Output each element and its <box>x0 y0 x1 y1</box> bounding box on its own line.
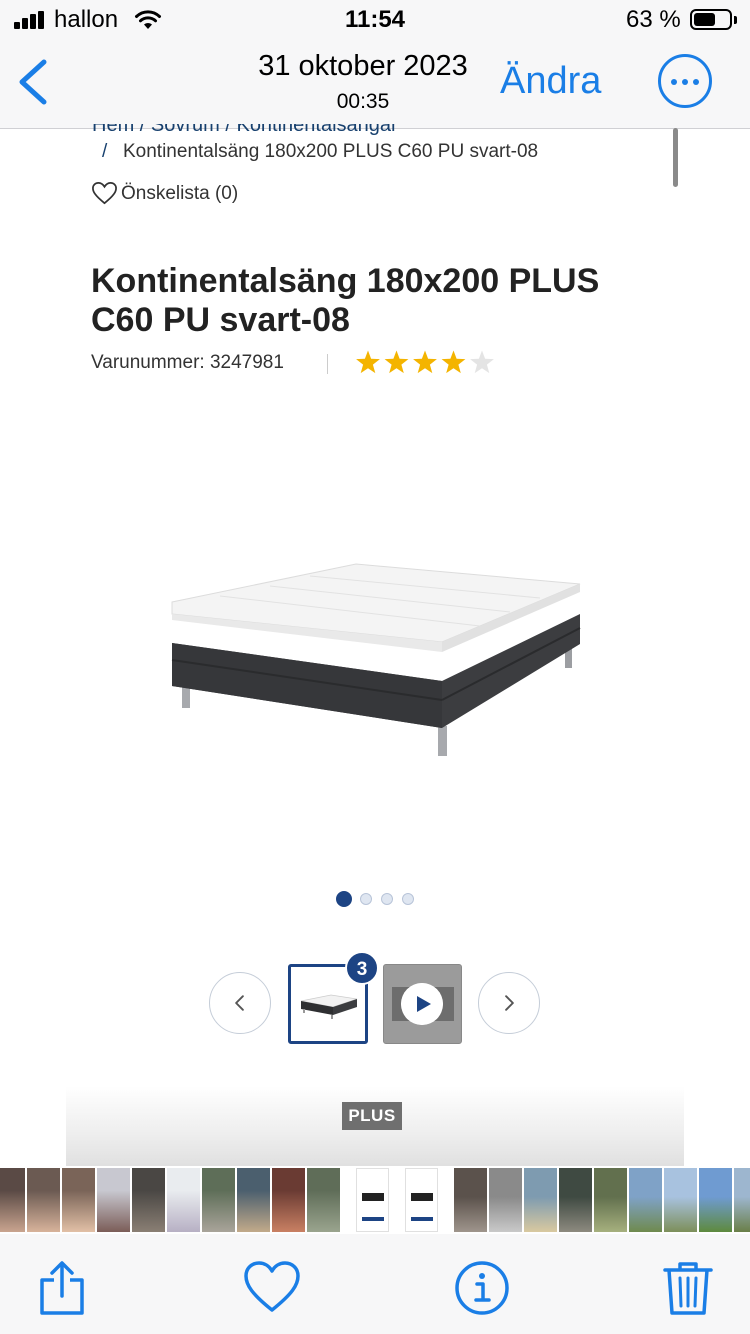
gallery-dot[interactable] <box>402 893 414 905</box>
gallery-dot[interactable] <box>360 893 372 905</box>
photo-thumbnail[interactable] <box>699 1168 732 1232</box>
photo-thumbnail[interactable] <box>454 1168 487 1232</box>
breadcrumb-current: Kontinentalsäng 180x200 PLUS C60 PU svar… <box>123 141 539 162</box>
bottom-toolbar <box>0 1234 750 1334</box>
info-icon[interactable] <box>452 1258 512 1318</box>
share-icon[interactable] <box>32 1258 92 1318</box>
ellipsis-dot <box>682 79 688 85</box>
nav-date: 31 oktober 2023 <box>258 50 468 82</box>
battery-percent: 63 % <box>626 6 681 33</box>
photo-thumbnail[interactable] <box>405 1168 438 1232</box>
bed-leg <box>438 726 447 756</box>
star-filled-icon <box>384 350 409 374</box>
wishlist-link[interactable]: Önskelista (0) <box>121 183 238 205</box>
edit-button[interactable]: Ändra <box>500 60 601 103</box>
photo-thumbnail[interactable] <box>356 1168 389 1232</box>
battery-icon <box>690 9 732 30</box>
plus-badge: PLUS <box>342 1102 402 1130</box>
battery-cap <box>734 16 737 24</box>
star-filled-icon <box>441 350 466 374</box>
photo-thumbnail[interactable] <box>62 1168 95 1232</box>
product-sku: Varunummer: 3247981 <box>91 352 284 373</box>
more-options-button[interactable] <box>658 54 712 108</box>
heart-icon[interactable] <box>242 1258 302 1318</box>
photo-thumbnail[interactable] <box>629 1168 662 1232</box>
breadcrumb-separator: / <box>102 141 108 162</box>
mattress-topper <box>171 563 581 643</box>
ellipsis-dot <box>671 79 677 85</box>
photo-thumbnail[interactable] <box>489 1168 522 1232</box>
photo-thumbnail[interactable] <box>202 1168 235 1232</box>
nav-time: 00:35 <box>336 90 390 113</box>
thumbnail-prev-button[interactable] <box>209 972 271 1034</box>
back-button[interactable] <box>14 56 50 108</box>
photo-thumbnail[interactable] <box>524 1168 557 1232</box>
photo-thumbnail[interactable] <box>167 1168 200 1232</box>
thumbnail-next-button[interactable] <box>478 972 540 1034</box>
gallery-dot[interactable] <box>336 891 352 907</box>
product-image[interactable] <box>160 540 600 770</box>
play-icon[interactable] <box>401 983 443 1025</box>
photo-thumbnail[interactable] <box>132 1168 165 1232</box>
star-empty-icon <box>470 350 494 374</box>
photo-thumbnail[interactable] <box>97 1168 130 1232</box>
photo-thumbnail[interactable] <box>664 1168 697 1232</box>
photo-thumbnail[interactable] <box>734 1168 750 1232</box>
photo-thumbnail[interactable] <box>27 1168 60 1232</box>
thumbnail-count-badge: 3 <box>345 951 379 985</box>
photo-strip[interactable] <box>0 1166 750 1234</box>
photo-thumbnail[interactable] <box>0 1168 25 1232</box>
gallery-pagination[interactable] <box>336 891 426 908</box>
photo-thumbnail[interactable] <box>307 1168 340 1232</box>
photo-thumbnail[interactable] <box>559 1168 592 1232</box>
ellipsis-dot <box>693 79 699 85</box>
trash-icon[interactable] <box>658 1258 718 1318</box>
battery-fill <box>694 13 715 26</box>
photo-thumbnail[interactable] <box>237 1168 270 1232</box>
gallery-dot[interactable] <box>381 893 393 905</box>
photo-thumbnail[interactable] <box>272 1168 305 1232</box>
photo-thumbnail[interactable] <box>594 1168 627 1232</box>
star-filled-icon <box>356 350 380 374</box>
scroll-indicator <box>673 128 678 187</box>
star-filled-icon <box>413 350 437 374</box>
heart-outline-icon[interactable] <box>91 180 118 207</box>
star-rating[interactable] <box>354 348 499 378</box>
product-title: Kontinentalsäng 180x200 PLUS C60 PU svar… <box>91 262 600 339</box>
divider <box>327 354 328 374</box>
